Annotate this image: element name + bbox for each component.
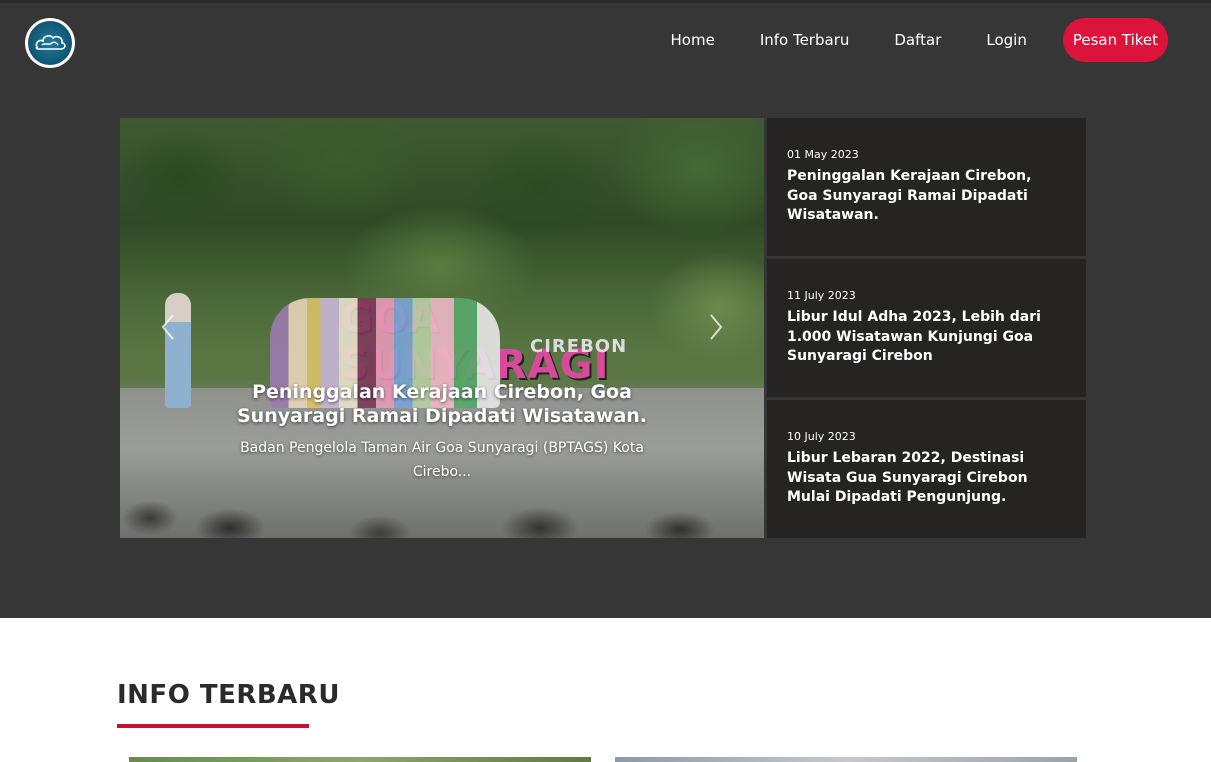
carousel-sign-sub: CIREBON [530,336,628,357]
section-title-underline [117,724,309,728]
main-nav: Home Info Terbaru Daftar Login Pesan Tik… [626,18,1168,62]
carousel-caption-text: Badan Pengelola Taman Air Goa Sunyaragi … [240,440,644,480]
carousel-caption: Peninggalan Kerajaan Cirebon, Goa Sunyar… [120,380,764,484]
nav-login[interactable]: Login [986,31,1026,49]
nav-daftar[interactable]: Daftar [894,31,941,49]
chevron-right-icon [710,314,723,340]
news-title[interactable]: Peninggalan Kerajaan Cirebon, Goa Sunyar… [787,167,1066,226]
cloud-logo-icon [28,21,72,65]
article-thumbnail[interactable] [615,757,1077,762]
nav-info-terbaru[interactable]: Info Terbaru [760,31,850,49]
news-card[interactable]: 01 May 2023 Peninggalan Kerajaan Cirebon… [767,118,1086,256]
news-date: 01 May 2023 [787,148,859,162]
carousel-caption-title[interactable]: Peninggalan Kerajaan Cirebon, Goa Sunyar… [227,380,657,428]
top-border [0,0,1211,3]
site-logo[interactable] [25,18,75,68]
article-thumbnail[interactable] [129,757,591,762]
news-card[interactable]: 11 July 2023 Libur Idul Adha 2023, Lebih… [767,259,1086,397]
carousel-prev-button[interactable] [156,312,180,342]
news-date: 11 July 2023 [787,289,856,303]
news-title[interactable]: Libur Idul Adha 2023, Lebih dari 1.000 W… [787,308,1066,367]
side-news-list: 01 May 2023 Peninggalan Kerajaan Cirebon… [767,118,1086,538]
hero-section: Home Info Terbaru Daftar Login Pesan Tik… [0,0,1211,618]
news-card[interactable]: 10 July 2023 Libur Lebaran 2022, Destina… [767,400,1086,538]
carousel-next-button[interactable] [704,312,728,342]
news-date: 10 July 2023 [787,430,856,444]
nav-home[interactable]: Home [671,31,715,49]
chevron-left-icon [161,314,174,340]
news-title[interactable]: Libur Lebaran 2022, Destinasi Wisata Gua… [787,449,1066,508]
hero-carousel[interactable]: GOA SUNYARAGI CIREBON Peninggalan Keraja… [120,118,764,538]
section-title-info-terbaru: INFO TERBARU [117,680,340,710]
pesan-tiket-button[interactable]: Pesan Tiket [1062,18,1168,62]
